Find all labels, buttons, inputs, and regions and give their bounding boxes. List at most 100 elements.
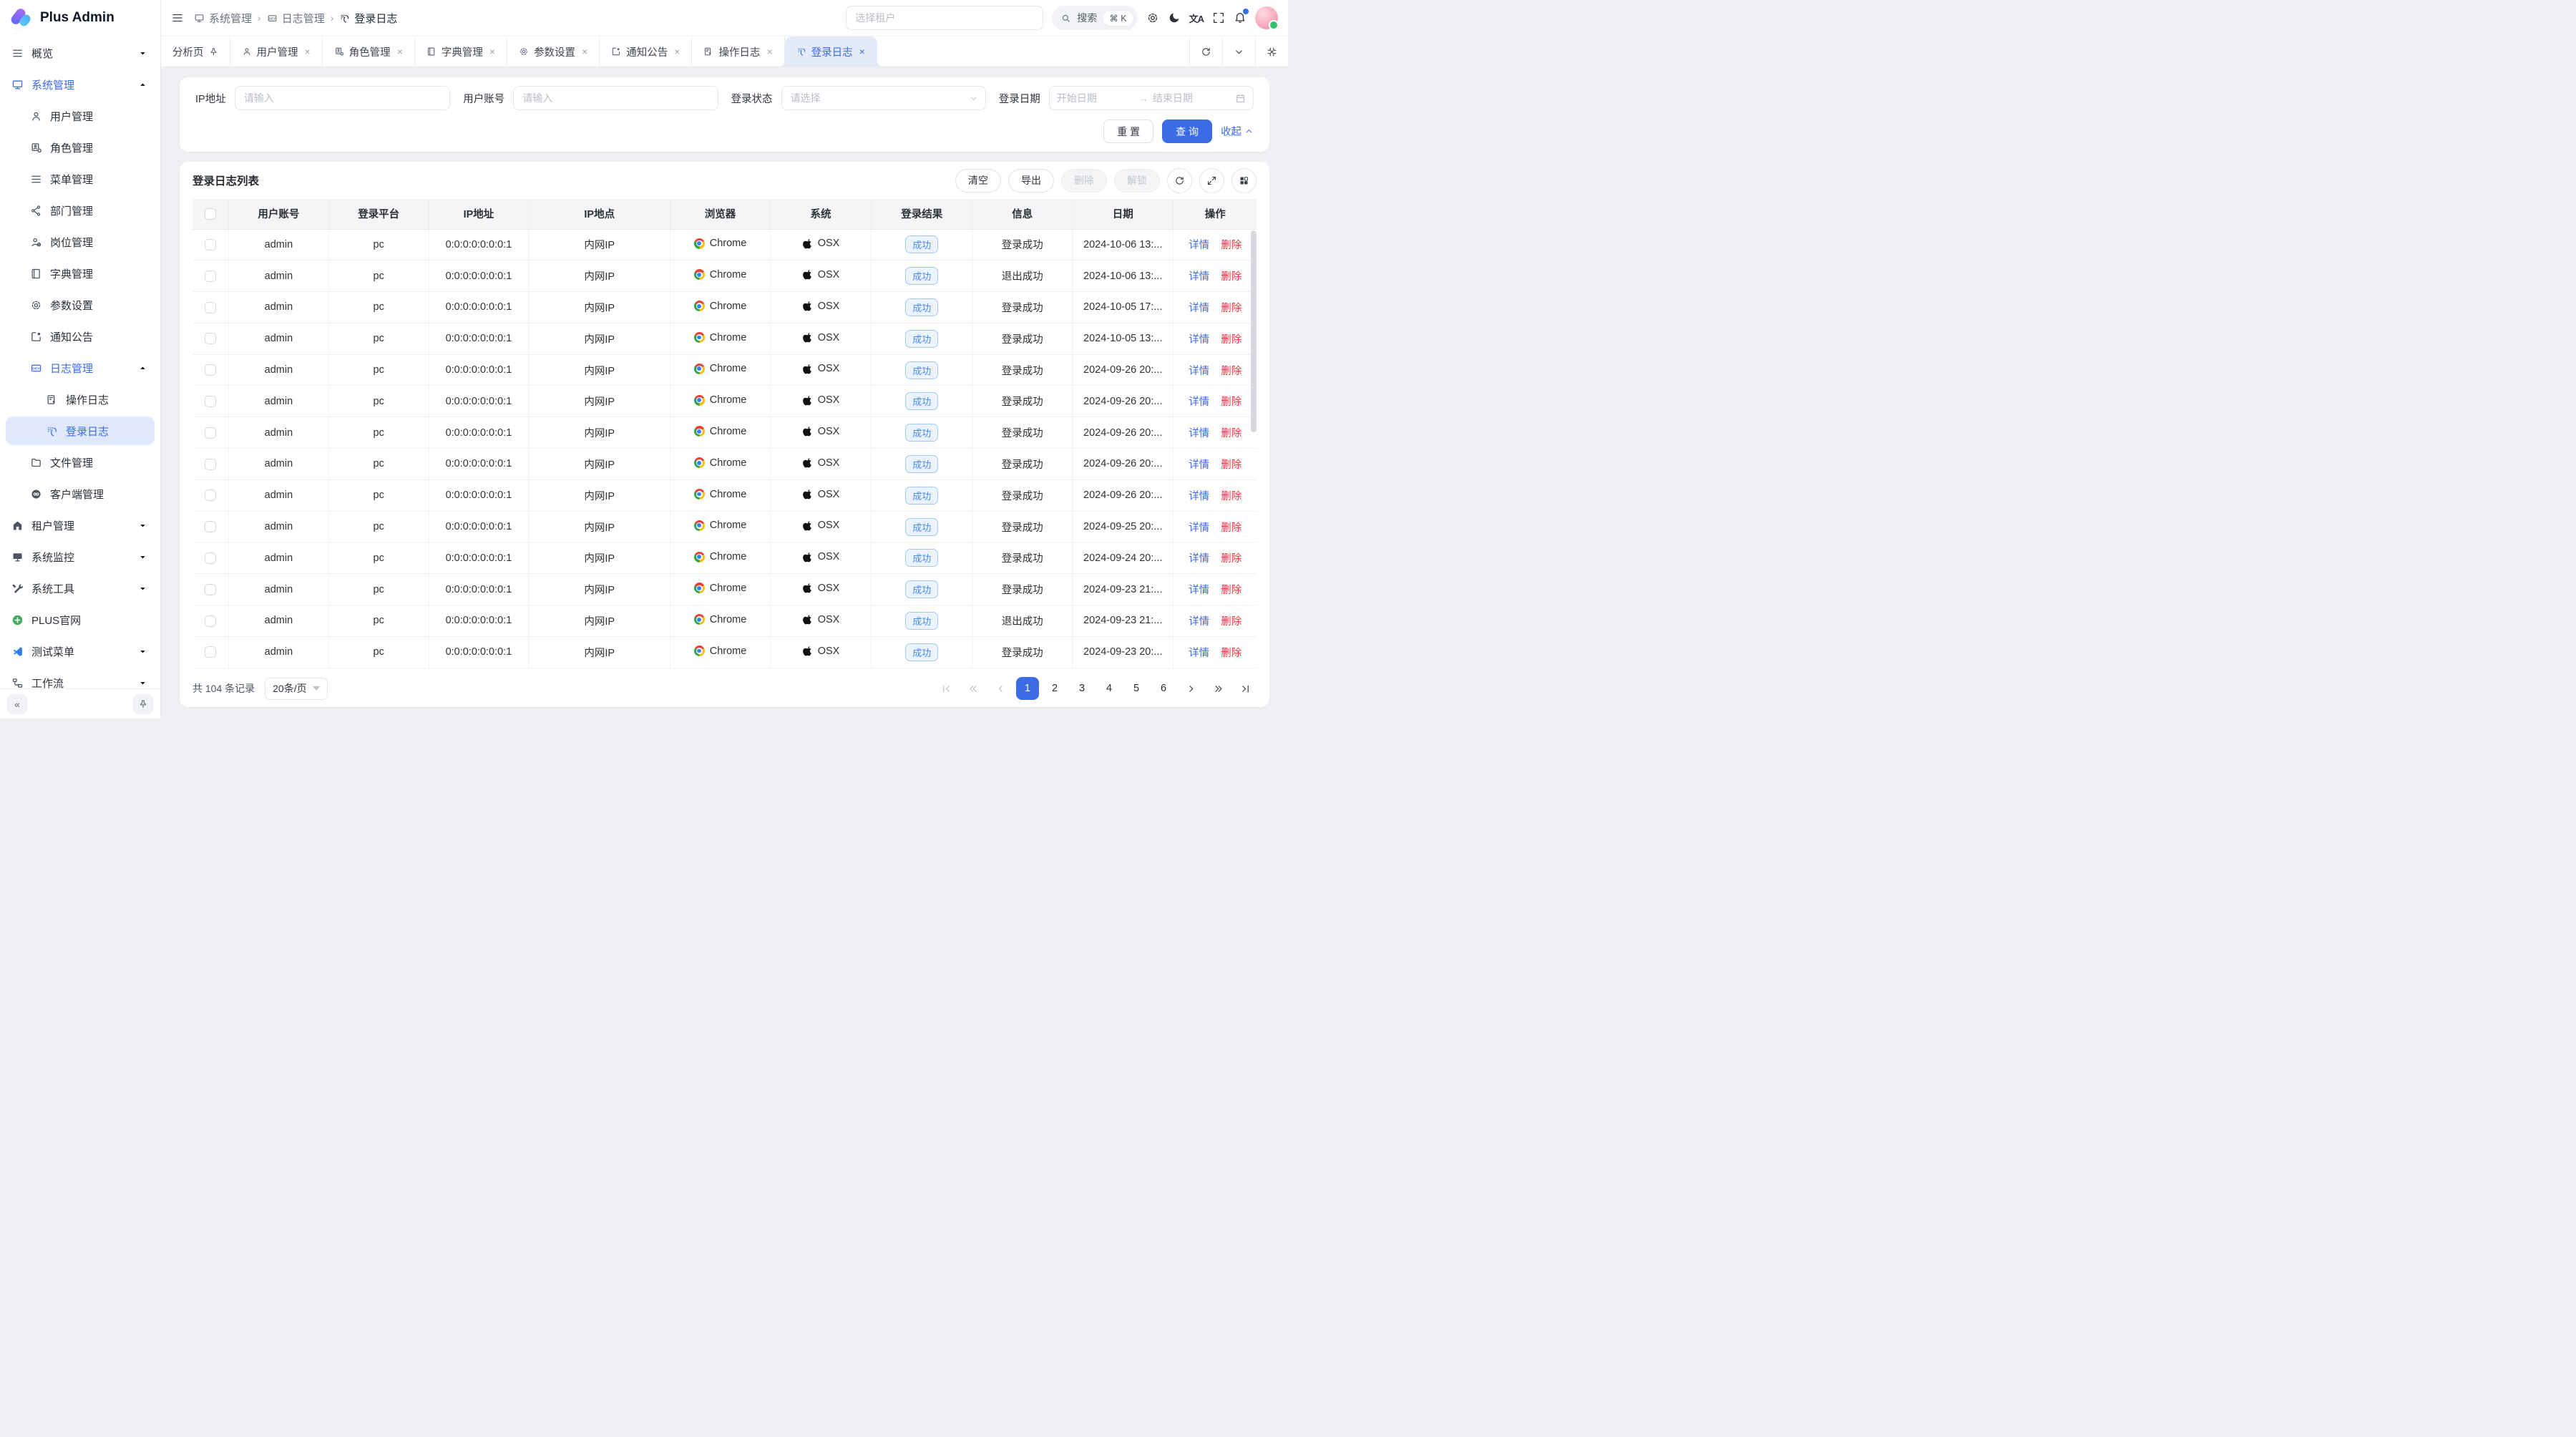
sidebar-item[interactable]: 系统工具 [6, 574, 155, 603]
prev-5-pages-button[interactable] [962, 677, 985, 700]
detail-link[interactable]: 详情 [1189, 396, 1209, 408]
global-search-button[interactable]: 搜索 ⌘ K [1052, 6, 1137, 30]
sidebar-item[interactable]: 客户端管理 [6, 479, 155, 508]
delete-link[interactable]: 删除 [1221, 648, 1241, 659]
sidebar-item[interactable]: 系统管理 [6, 70, 155, 99]
sidebar-item[interactable]: 工作流 [6, 668, 155, 688]
sidebar-item[interactable]: 登录日志 [6, 417, 155, 445]
sidebar-item[interactable]: 用户管理 [6, 102, 155, 130]
page-size-select[interactable]: 20条/页 [265, 678, 327, 700]
detail-link[interactable]: 详情 [1189, 553, 1209, 565]
detail-link[interactable]: 详情 [1189, 648, 1209, 659]
page-number-button[interactable]: 1 [1016, 677, 1039, 700]
dark-mode-moon-icon[interactable] [1168, 11, 1181, 24]
date-start-input[interactable] [1057, 92, 1135, 104]
tab-close-icon[interactable]: × [674, 46, 680, 57]
status-select[interactable]: 请选择 [781, 86, 986, 110]
sidebar-item[interactable]: 字典管理 [6, 259, 155, 288]
tab-close-icon[interactable]: × [766, 46, 772, 57]
sidebar-item[interactable]: 测试菜单 [6, 637, 155, 666]
notifications-bell-icon[interactable] [1234, 11, 1246, 26]
detail-link[interactable]: 详情 [1189, 522, 1209, 534]
tab[interactable]: 参数设置 × [507, 36, 600, 67]
row-checkbox[interactable] [205, 489, 216, 501]
delete-link[interactable]: 删除 [1221, 616, 1241, 628]
date-range-picker[interactable]: → [1049, 86, 1254, 110]
clear-button[interactable]: 清空 [955, 169, 1001, 193]
row-checkbox[interactable] [205, 521, 216, 532]
page-number-button[interactable]: 4 [1098, 677, 1121, 700]
detail-link[interactable]: 详情 [1189, 334, 1209, 346]
select-all-checkbox[interactable] [205, 208, 216, 220]
breadcrumb-item[interactable]: 系统管理 [194, 11, 252, 26]
sidebar-item[interactable]: 岗位管理 [6, 228, 155, 256]
next-5-pages-button[interactable] [1206, 677, 1229, 700]
tab[interactable]: 通知公告 × [600, 36, 692, 67]
language-translate-icon[interactable]: 文A [1189, 11, 1204, 25]
tab-close-icon[interactable]: × [305, 46, 311, 57]
user-avatar[interactable] [1255, 6, 1278, 29]
breadcrumb-item[interactable]: 登录日志 [339, 11, 397, 26]
first-page-button[interactable] [935, 677, 957, 700]
row-checkbox[interactable] [205, 459, 216, 470]
row-checkbox[interactable] [205, 396, 216, 407]
reset-button[interactable]: 重 置 [1103, 120, 1153, 143]
row-checkbox[interactable] [205, 271, 216, 282]
tab-close-icon[interactable]: × [489, 46, 495, 57]
expand-table-button[interactable] [1199, 168, 1224, 193]
detail-link[interactable]: 详情 [1189, 366, 1209, 377]
column-settings-button[interactable] [1231, 168, 1257, 193]
export-button[interactable]: 导出 [1008, 169, 1054, 193]
delete-link[interactable]: 删除 [1221, 585, 1241, 596]
tenant-select-input[interactable] [846, 6, 1043, 30]
row-checkbox[interactable] [205, 584, 216, 595]
row-checkbox[interactable] [205, 646, 216, 658]
page-number-button[interactable]: 2 [1043, 677, 1066, 700]
detail-link[interactable]: 详情 [1189, 271, 1209, 283]
delete-link[interactable]: 删除 [1221, 271, 1241, 283]
unlock-button[interactable]: 解锁 [1114, 169, 1160, 193]
tab-close-icon[interactable]: × [397, 46, 403, 57]
sidebar-item[interactable]: 日志管理 [6, 354, 155, 382]
sidebar-pin-button[interactable] [133, 694, 153, 714]
row-checkbox[interactable] [205, 615, 216, 627]
delete-link[interactable]: 删除 [1221, 396, 1241, 408]
row-checkbox[interactable] [205, 364, 216, 376]
tab-menu-chevron-button[interactable] [1222, 36, 1255, 67]
detail-link[interactable]: 详情 [1189, 428, 1209, 439]
tab[interactable]: 登录日志 × [785, 36, 877, 67]
collapse-filters-link[interactable]: 收起 [1221, 124, 1254, 139]
tab[interactable]: 字典管理 × [415, 36, 507, 67]
tab-close-icon[interactable]: × [859, 46, 865, 57]
delete-link[interactable]: 删除 [1221, 303, 1241, 314]
table-scrollbar[interactable] [1251, 230, 1257, 668]
delete-link[interactable]: 删除 [1221, 522, 1241, 534]
row-checkbox[interactable] [205, 427, 216, 439]
last-page-button[interactable] [1234, 677, 1257, 700]
refresh-table-button[interactable] [1167, 168, 1192, 193]
date-end-input[interactable] [1153, 92, 1231, 104]
detail-link[interactable]: 详情 [1189, 585, 1209, 596]
sidebar-item[interactable]: 操作日志 [6, 385, 155, 414]
sidebar-item[interactable]: 概览 [6, 39, 155, 67]
delete-button[interactable]: 删除 [1061, 169, 1107, 193]
detail-link[interactable]: 详情 [1189, 240, 1209, 251]
settings-gear-icon[interactable] [1146, 11, 1159, 24]
tab-refresh-button[interactable] [1189, 36, 1222, 67]
sidebar-item[interactable]: 系统监控 [6, 542, 155, 571]
menu-toggle-icon[interactable] [171, 11, 184, 24]
row-checkbox[interactable] [205, 333, 216, 344]
page-number-button[interactable]: 3 [1070, 677, 1093, 700]
detail-link[interactable]: 详情 [1189, 303, 1209, 314]
sidebar-item[interactable]: 租户管理 [6, 511, 155, 540]
sidebar-item[interactable]: 部门管理 [6, 196, 155, 225]
row-checkbox[interactable] [205, 302, 216, 313]
detail-link[interactable]: 详情 [1189, 491, 1209, 502]
delete-link[interactable]: 删除 [1221, 240, 1241, 251]
detail-link[interactable]: 详情 [1189, 616, 1209, 628]
tab[interactable]: 操作日志 × [692, 36, 784, 67]
delete-link[interactable]: 删除 [1221, 553, 1241, 565]
ip-input[interactable] [235, 86, 451, 110]
tab[interactable]: 分析页 [161, 36, 230, 67]
delete-link[interactable]: 删除 [1221, 459, 1241, 471]
